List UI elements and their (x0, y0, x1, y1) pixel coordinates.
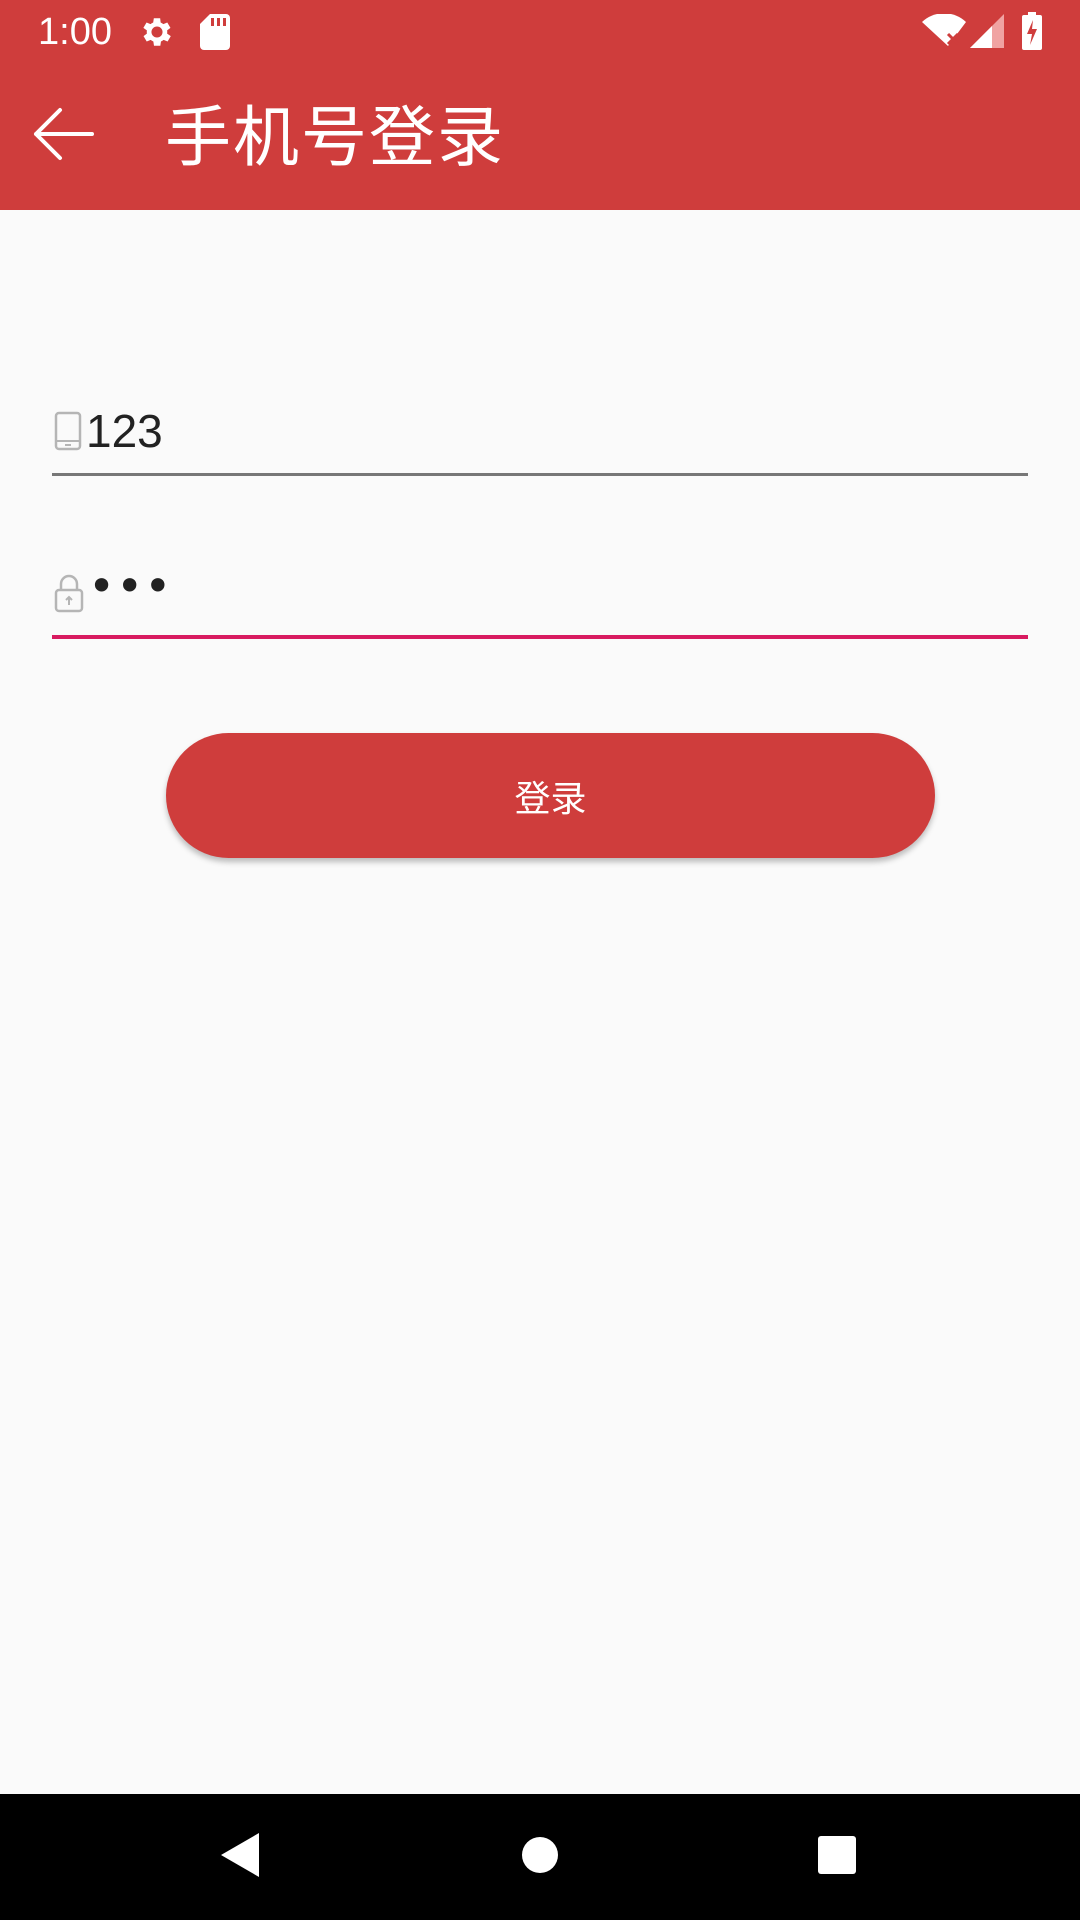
nav-home-icon (520, 1835, 560, 1879)
phone-field[interactable] (52, 393, 1028, 476)
arrow-back-icon (32, 107, 94, 165)
phone-icon (54, 411, 84, 453)
login-button-label: 登录 (514, 778, 587, 820)
page-title: 手机号登录 (165, 99, 505, 176)
nav-back-button[interactable] (205, 1822, 275, 1892)
status-bar: 1:00 (0, 0, 1080, 63)
app-bar: 手机号登录 (0, 63, 1080, 210)
login-button[interactable]: 登录 (166, 733, 935, 858)
sd-card-icon (200, 14, 230, 54)
nav-recents-icon (817, 1835, 857, 1879)
status-time: 1:00 (38, 11, 112, 53)
signal-icon (970, 14, 1004, 52)
back-button[interactable] (20, 93, 106, 179)
battery-charging-icon (1022, 12, 1042, 54)
navigation-bar (0, 1794, 1080, 1920)
lock-icon (54, 573, 84, 615)
nav-back-icon (217, 1830, 263, 1884)
wifi-off-icon (922, 13, 966, 52)
nav-recents-button[interactable] (802, 1822, 872, 1892)
password-field[interactable]: ••• (52, 555, 1028, 639)
nav-home-button[interactable] (505, 1822, 575, 1892)
phone-input[interactable] (86, 401, 1006, 461)
settings-icon (138, 13, 176, 55)
password-input[interactable]: ••• (88, 559, 172, 613)
